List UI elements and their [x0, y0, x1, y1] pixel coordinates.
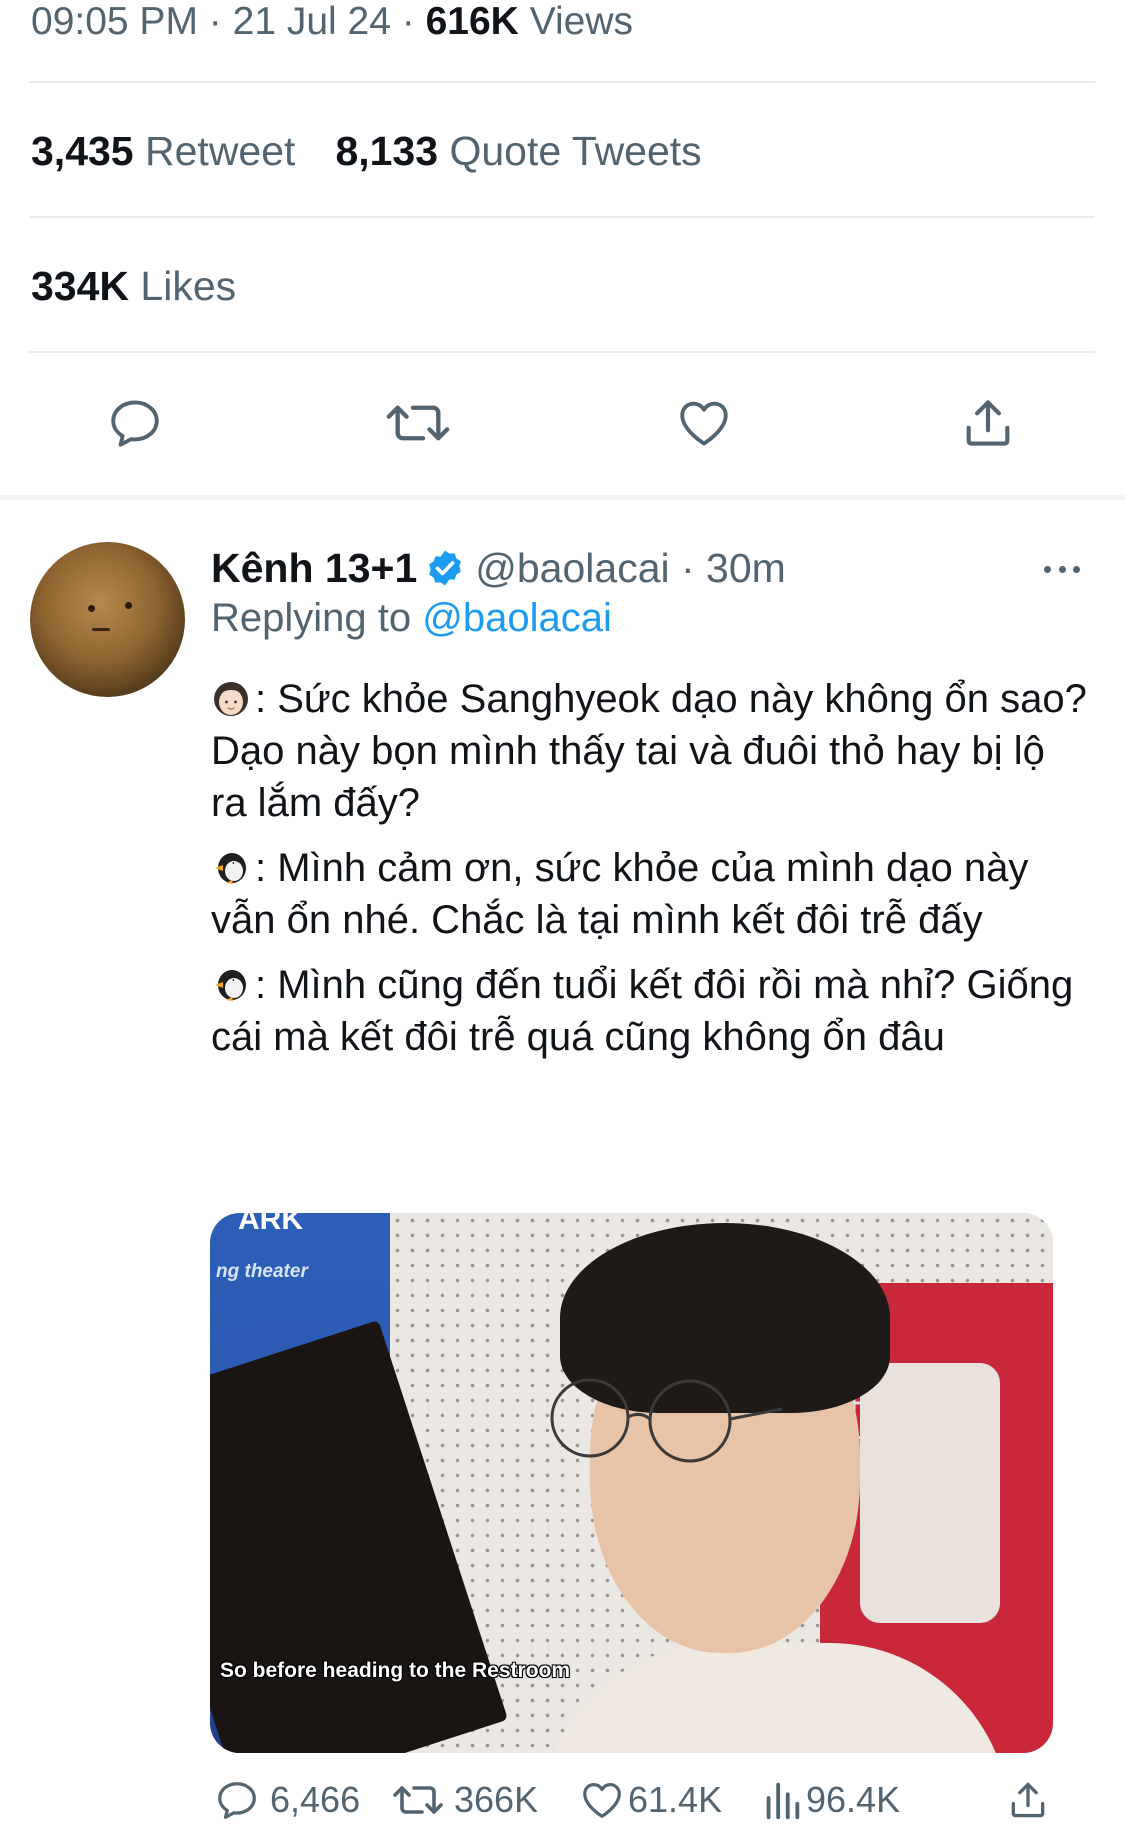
woman-face-emoji-icon: [214, 682, 248, 716]
more-dot: [1044, 565, 1051, 573]
avatar-eye: [125, 602, 132, 609]
quotes-label: Quote Tweets: [449, 128, 702, 174]
divider: [29, 351, 1095, 353]
handle-and-time[interactable]: @baolacai · 30m: [475, 543, 786, 593]
likes-label: Likes: [140, 263, 237, 309]
reply-button[interactable]: [95, 383, 175, 463]
avatar-eye: [88, 605, 95, 612]
reply-share-button[interactable]: [1006, 1772, 1050, 1828]
share-button[interactable]: [948, 383, 1028, 463]
more-options-button[interactable]: [1040, 555, 1084, 583]
retweets-count: 3,435: [31, 128, 134, 174]
penguin-emoji-icon: [215, 970, 246, 1001]
display-name[interactable]: Kênh 13+1: [211, 543, 417, 593]
tweet-timestamp-views: 09:05 PM · 21 Jul 24 · 616K Views: [31, 0, 633, 48]
quotes-count: 8,133: [335, 128, 439, 174]
tweet-action-bar: [0, 383, 1125, 463]
replying-mention-link[interactable]: @baolacai: [422, 596, 612, 640]
media-glasses: [550, 1378, 783, 1463]
retweet-button[interactable]: [378, 383, 458, 463]
reply-like-button[interactable]: 61.4K: [578, 1772, 722, 1828]
divider: [29, 81, 1095, 83]
heart-icon: [680, 401, 728, 446]
tweet-text: : Sức khỏe Sanghyeok dạo này không ổn sa…: [211, 673, 1091, 1076]
engagement-stats-row: 3,435 Retweet 8,133 Quote Tweets: [31, 121, 702, 181]
like-count: 61.4K: [628, 1779, 723, 1820]
tweet-line-text: : Mình cũng đến tuổi kết đôi rồi mà nhỉ?…: [211, 963, 1074, 1059]
replying-prefix: Replying to: [211, 596, 412, 640]
meta-separator: ·: [208, 0, 222, 43]
tweet-paragraph: : Mình cảm ơn, sức khỏe của mình dạo này…: [211, 842, 1091, 946]
retweets-label: Retweet: [145, 128, 296, 174]
section-divider: [0, 495, 1125, 500]
retweet-count: 366K: [454, 1779, 539, 1820]
retweet-icon: [386, 405, 450, 441]
divider: [29, 216, 1095, 218]
penguin-emoji-icon: [215, 853, 246, 884]
tweet-line-text: : Mình cảm ơn, sức khỏe của mình dạo này…: [211, 846, 1029, 942]
reply-icon: [111, 400, 159, 447]
retweets-stat[interactable]: 3,435 Retweet: [31, 121, 295, 181]
heart-icon: [583, 1783, 621, 1818]
views-chart-icon: [766, 1782, 800, 1820]
verified-badge-icon: [425, 548, 465, 588]
share-icon: [1011, 1782, 1045, 1818]
views-count: 616K: [425, 0, 519, 43]
reply-views-button[interactable]: 96.4K: [762, 1772, 900, 1828]
tweet-paragraph: : Sức khỏe Sanghyeok dạo này không ổn sa…: [211, 673, 1091, 829]
media-sign-text: ng theater: [216, 1261, 308, 1282]
media-caption: So before heading to the Restroom: [220, 1659, 571, 1682]
likes-count: 334K: [31, 263, 130, 309]
reply-reply-button[interactable]: 6,466: [214, 1772, 360, 1828]
tweet-media-image[interactable]: ARK ng theater RET LAB So before heading …: [210, 1213, 1053, 1753]
reply-header: Kênh 13+1 @baolacai · 30m: [211, 543, 786, 593]
avatar-mouth: [92, 628, 110, 631]
tweet-detail-page: 09:05 PM · 21 Jul 24 · 616K Views 3,435 …: [0, 0, 1125, 1835]
views-count: 96.4K: [806, 1779, 901, 1820]
likes-stat[interactable]: 334K Likes: [31, 256, 236, 316]
more-dot: [1073, 565, 1080, 573]
more-dot: [1058, 565, 1066, 573]
meta-separator: ·: [401, 0, 415, 43]
tweet-paragraph: : Mình cũng đến tuổi kết đôi rồi mà nhỉ?…: [211, 959, 1091, 1063]
media-sign-top-text: ARK: [238, 1213, 303, 1236]
retweet-icon: [393, 1786, 443, 1814]
share-icon: [966, 400, 1010, 446]
reply-action-bar: 6,466 366K 61.4K 96.4K: [210, 1772, 1090, 1828]
tweet-date: 21 Jul 24: [232, 0, 391, 43]
tweet-line-text: : Sức khỏe Sanghyeok dạo này không ổn sa…: [211, 677, 1087, 825]
quotes-stat[interactable]: 8,133 Quote Tweets: [335, 121, 701, 181]
likes-stat-row: 334K Likes: [31, 256, 236, 316]
reply-icon: [218, 1782, 256, 1819]
reply-retweet-button[interactable]: 366K: [392, 1772, 538, 1828]
replying-to-line: Replying to @baolacai: [211, 593, 612, 643]
like-button[interactable]: [664, 383, 744, 463]
avatar[interactable]: [30, 542, 185, 697]
tweet-time: 09:05 PM: [31, 0, 198, 43]
views-label: Views: [529, 0, 634, 43]
reply-count: 6,466: [270, 1779, 361, 1820]
